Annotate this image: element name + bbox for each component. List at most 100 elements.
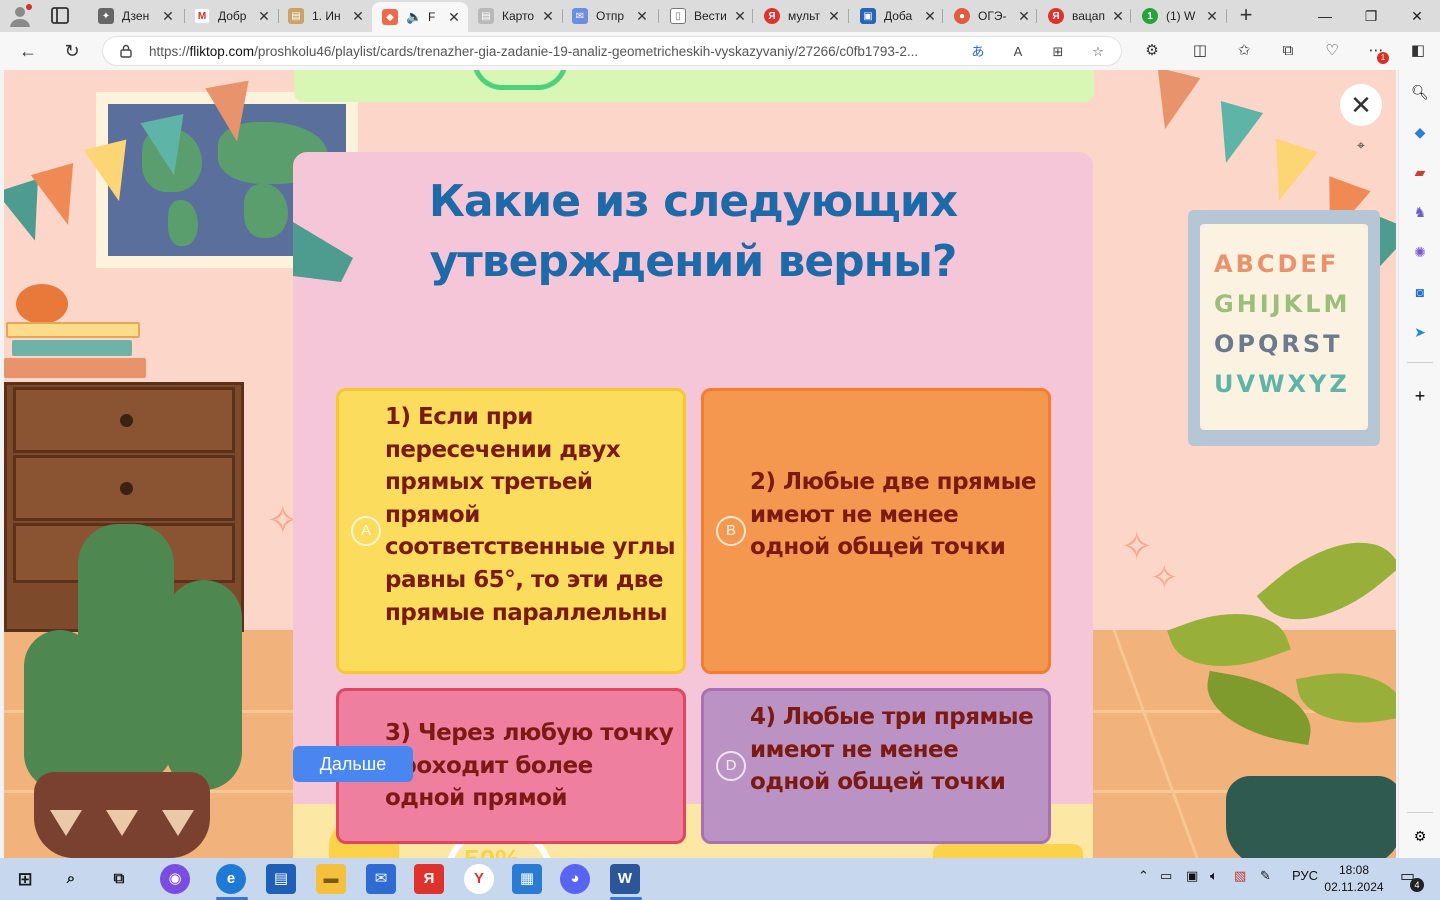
edge-sidebar: 🔍︎ ◆ ▰ ♞ ✺ ◙ ➤ + ⚙ <box>1398 70 1440 858</box>
copilot-icon[interactable]: ✺ <box>1408 240 1432 264</box>
mail-icon[interactable]: ✉ <box>366 864 396 894</box>
tab-label: (1) W <box>1166 9 1196 23</box>
new-tab-button[interactable]: + <box>1234 4 1258 28</box>
question-card: Какие из следующих утверждений верны? A … <box>293 152 1093 844</box>
tab-4[interactable]: ▤ Карто ✕ <box>468 2 562 30</box>
refresh-icon[interactable]: ↻ <box>58 38 86 64</box>
lock-icon[interactable] <box>119 44 133 58</box>
antivirus-icon[interactable]: ▧ <box>1234 868 1246 884</box>
search-icon[interactable]: ⌕ <box>56 864 86 894</box>
close-tab-icon[interactable]: ✕ <box>732 8 748 25</box>
profile-icon[interactable] <box>8 4 36 28</box>
volume-icon[interactable]: 🔈︎ <box>1210 868 1218 884</box>
tab-8[interactable]: ▣ Доба ✕ <box>850 2 944 30</box>
close-icon[interactable]: ✕ <box>1340 84 1382 126</box>
chevron-up-icon[interactable]: ⌃ <box>1138 868 1149 884</box>
answer-option-a[interactable]: A 1) Если при пересечении двух прямых тр… <box>336 388 686 674</box>
games-icon[interactable]: ♞ <box>1408 200 1432 224</box>
store-icon[interactable]: ▦ <box>512 864 542 894</box>
windows-taskbar: ⊞ ⌕ ⧉ ◉ e ▤ ▬ ✉ Я Y ▦ ◕ W ⌃ ▭ ▣ 🔈︎ ▧ ✎ Р… <box>0 858 1440 900</box>
settings-gear-icon[interactable]: ⚙ <box>1408 824 1432 848</box>
answer-option-b[interactable]: B 2) Любые две прямые имеют не менее одн… <box>701 388 1051 674</box>
minimize-button[interactable]: — <box>1302 0 1348 32</box>
tab-11[interactable]: 1 (1) W ✕ <box>1132 2 1226 30</box>
word-icon[interactable]: W <box>610 864 640 894</box>
search-icon[interactable]: 🔍︎ <box>1408 80 1432 104</box>
option-letter-badge: D <box>716 751 746 781</box>
translate-icon[interactable]: あ <box>967 41 989 63</box>
tab-6[interactable]: ▯ Вести ✕ <box>660 2 754 30</box>
collections-icon[interactable]: ⧉ <box>1276 40 1300 62</box>
close-tab-icon[interactable]: ✕ <box>256 8 272 25</box>
split-screen-icon[interactable]: ◫ <box>1188 40 1212 62</box>
tab-9[interactable]: ● ОГЭ- ✕ <box>944 2 1038 30</box>
tab-label: Карто <box>502 9 535 23</box>
favorites-icon[interactable]: ✩ <box>1232 40 1256 62</box>
close-tab-icon[interactable]: ✕ <box>160 8 176 25</box>
read-aloud-icon[interactable]: A <box>1007 41 1029 63</box>
file-explorer-icon[interactable]: ▬ <box>316 864 346 894</box>
tab-1[interactable]: M Добр ✕ <box>184 2 278 30</box>
yandex-icon[interactable]: Y <box>464 864 494 894</box>
yandex-icon: Я <box>1048 8 1064 24</box>
tab-label: Отпр <box>596 9 625 23</box>
close-tab-icon[interactable]: ✕ <box>446 9 462 26</box>
outlook-icon[interactable]: ◙ <box>1408 280 1432 304</box>
discord-icon[interactable]: ◕ <box>560 864 590 894</box>
speaker-icon[interactable]: 🔈 <box>406 9 422 25</box>
news-app-icon[interactable]: ▤ <box>266 864 296 894</box>
toolbox-icon[interactable]: ▰ <box>1408 160 1432 184</box>
tab-actions-icon[interactable] <box>48 6 72 26</box>
favorite-star-icon[interactable]: ☆ <box>1087 41 1109 63</box>
browser-essentials-icon[interactable]: ♡ <box>1320 40 1344 62</box>
tab-label: ОГЭ- <box>978 9 1007 23</box>
edge-icon[interactable]: e <box>216 864 246 894</box>
sidebar-toggle-icon[interactable]: ◧ <box>1406 40 1430 62</box>
back-icon[interactable]: ← <box>14 38 42 64</box>
close-tab-icon[interactable]: ✕ <box>826 8 842 25</box>
doc-icon: ▤ <box>288 8 304 24</box>
url-text[interactable]: https://fliktop.com/proshkolu46/playlist… <box>149 44 969 59</box>
task-view-icon[interactable]: ⧉ <box>104 864 134 894</box>
address-bar[interactable]: https://fliktop.com/proshkolu46/playlist… <box>102 36 1122 66</box>
close-tab-icon[interactable]: ✕ <box>540 8 556 25</box>
windows-start-icon[interactable]: ⊞ <box>10 864 40 894</box>
whatsapp-icon: 1 <box>1142 8 1158 24</box>
pen-icon[interactable]: ✎ <box>1260 868 1271 884</box>
next-button[interactable]: Дальше <box>293 746 413 782</box>
yandex-browser-icon[interactable]: Я <box>414 864 444 894</box>
alphabet-row: UVWXYZ <box>1214 370 1350 398</box>
language-indicator[interactable]: РУС <box>1292 868 1318 883</box>
telegram-icon[interactable]: ➤ <box>1408 320 1432 344</box>
extensions-icon[interactable]: ⚙ <box>1140 40 1164 62</box>
tab-3-active[interactable]: ◆ 🔈 F ✕ <box>372 2 468 32</box>
tab-5[interactable]: ✉ Отпр ✕ <box>562 2 656 30</box>
close-window-button[interactable]: ✕ <box>1394 0 1440 32</box>
close-tab-icon[interactable]: ✕ <box>350 8 366 25</box>
close-tab-icon[interactable]: ✕ <box>922 8 938 25</box>
restore-button[interactable]: ❐ <box>1348 0 1394 32</box>
page-viewport: ✧ ✧ ✧ ABCDEF GHIJKLM OPQRST UVWXYZ 50% К… <box>4 70 1396 858</box>
meet-now-icon[interactable]: ▣ <box>1186 868 1198 884</box>
plant-pot-decoration <box>1226 776 1396 858</box>
tab-0[interactable]: ✦ Дзен ✕ <box>88 2 182 30</box>
option-text: 3) Через любую точку проходит более одно… <box>385 720 674 812</box>
tab-10[interactable]: Я вацап ✕ <box>1038 2 1132 30</box>
close-tab-icon[interactable]: ✕ <box>1204 8 1220 25</box>
answer-option-d[interactable]: D 4) Любые три прямые имеют не менее одн… <box>701 688 1051 844</box>
close-tab-icon[interactable]: ✕ <box>1110 8 1126 25</box>
close-tab-icon[interactable]: ✕ <box>634 8 650 25</box>
option-letter-badge: B <box>716 516 746 546</box>
browser-toolbar: ← ↻ https://fliktop.com/proshkolu46/play… <box>0 32 1440 70</box>
tab-7[interactable]: Я мульт ✕ <box>754 2 848 30</box>
add-icon[interactable]: + <box>1408 384 1432 408</box>
alice-icon[interactable]: ◉ <box>160 864 190 894</box>
app-available-icon[interactable]: ⊞ <box>1047 41 1069 63</box>
gmail-icon: M <box>194 8 210 24</box>
tab-2[interactable]: ▤ 1. Ин ✕ <box>278 2 372 30</box>
close-tab-icon[interactable]: ✕ <box>1016 8 1032 25</box>
focus-mode-icon[interactable]: ⌖ <box>1350 134 1372 156</box>
clock[interactable]: 18:08 02.11.2024 <box>1318 862 1390 896</box>
network-icon[interactable]: ▭ <box>1160 868 1172 884</box>
shopping-tag-icon[interactable]: ◆ <box>1408 120 1432 144</box>
